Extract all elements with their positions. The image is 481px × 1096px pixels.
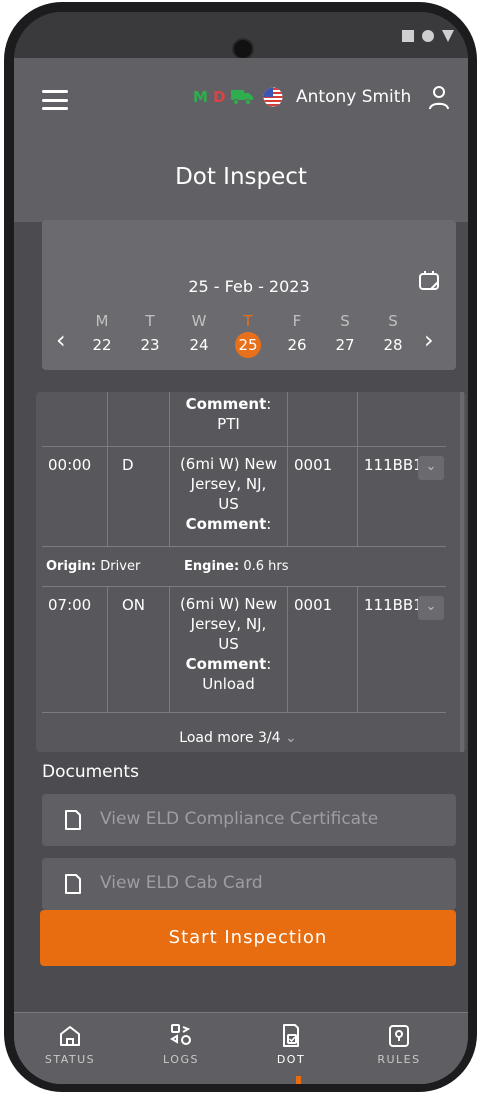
document-icon xyxy=(65,810,81,830)
chevron-down-icon[interactable]: ⌄ xyxy=(418,596,444,620)
md-badge: M D xyxy=(193,88,226,106)
log-vehicle: 111BB1 xyxy=(364,456,423,474)
dot-icon xyxy=(283,1024,299,1047)
nav-rules[interactable]: RULES xyxy=(359,1021,439,1066)
day-fri[interactable]: F 26 xyxy=(279,312,315,358)
prev-week-arrow[interactable]: ‹ xyxy=(56,326,66,354)
day-tue[interactable]: T 23 xyxy=(132,312,168,358)
menu-icon[interactable] xyxy=(42,90,68,110)
front-camera xyxy=(232,38,254,60)
day-sat[interactable]: S 27 xyxy=(327,312,363,358)
view-cab-card-button[interactable]: View ELD Cab Card xyxy=(42,858,456,910)
documents-heading: Documents xyxy=(42,762,139,782)
phone-frame: M D Antony Smith Dot Inspect 25 - Feb - … xyxy=(4,2,477,1092)
start-inspection-button[interactable]: Start Inspection xyxy=(40,910,456,966)
view-compliance-certificate-button[interactable]: View ELD Compliance Certificate xyxy=(42,794,456,846)
system-icons xyxy=(402,30,454,42)
scrollbar[interactable] xyxy=(460,392,464,752)
table-row: 07:00 ON (6mi W) New Jersey, NJ, US Comm… xyxy=(42,586,446,713)
truck-icon xyxy=(231,90,253,105)
day-thu-selected[interactable]: T 25 xyxy=(230,312,266,358)
log-vehicle: 111BB1 xyxy=(364,596,423,614)
user-icon[interactable] xyxy=(427,85,451,111)
logs-icon xyxy=(170,1024,191,1045)
log-meta-row: Origin: Driver Engine: 0.6 hrs xyxy=(42,546,446,587)
page-title: Dot Inspect xyxy=(175,164,307,190)
table-row: 00:00 D (6mi W) New Jersey, NJ, US Comme… xyxy=(42,446,446,547)
logs-table-panel[interactable]: Comment: PTI 00:00 D (6mi W) New Jersey, … xyxy=(36,392,466,752)
week-calendar: 25 - Feb - 2023 ‹ › M 22 T 23 W 24 T 25 F 26 … xyxy=(42,220,456,370)
calendar-icon[interactable] xyxy=(418,270,440,292)
selected-date: 25 - Feb - 2023 xyxy=(188,277,310,296)
active-tab-indicator xyxy=(296,1076,301,1084)
document-icon xyxy=(65,874,81,894)
log-odometer: 0001 xyxy=(294,456,333,474)
chevron-down-icon: ⌄ xyxy=(285,730,297,746)
chevron-down-icon[interactable]: ⌄ xyxy=(418,456,444,480)
logs-table: Comment: PTI 00:00 D (6mi W) New Jersey, … xyxy=(42,392,446,730)
triangle-icon xyxy=(442,30,454,42)
log-odometer: 0001 xyxy=(294,596,333,614)
us-flag-icon xyxy=(263,87,283,107)
day-wed[interactable]: W 24 xyxy=(181,312,217,358)
load-more-button[interactable]: Load more 3/4 ⌄ xyxy=(36,730,440,752)
next-week-arrow[interactable]: › xyxy=(424,326,434,354)
app-header: M D Antony Smith Dot Inspect xyxy=(14,58,468,222)
rules-icon xyxy=(389,1025,409,1047)
square-icon xyxy=(402,30,414,42)
day-sun[interactable]: S 28 xyxy=(375,312,411,358)
log-time: 00:00 xyxy=(48,456,92,474)
log-time: 07:00 xyxy=(48,596,92,614)
log-location: (6mi W) New Jersey, NJ, US Comment: xyxy=(179,455,278,533)
app-screen: M D Antony Smith Dot Inspect 25 - Feb - … xyxy=(14,12,468,1084)
nav-status[interactable]: STATUS xyxy=(30,1021,110,1066)
log-location: (6mi W) New Jersey, NJ, US Comment: Unlo… xyxy=(179,595,278,693)
status-bar xyxy=(14,12,468,60)
user-name[interactable]: Antony Smith xyxy=(296,87,411,107)
nav-dot[interactable]: DOT xyxy=(251,1021,331,1066)
circle-icon xyxy=(422,30,434,42)
nav-logs[interactable]: LOGS xyxy=(141,1021,221,1066)
day-mon[interactable]: M 22 xyxy=(84,312,120,358)
table-row: Comment: PTI xyxy=(42,392,446,447)
home-icon xyxy=(60,1026,80,1046)
log-status: ON xyxy=(122,596,146,614)
log-status: D xyxy=(122,456,134,474)
bottom-navigation: STATUS LOGS DOT RULES xyxy=(14,1012,468,1084)
